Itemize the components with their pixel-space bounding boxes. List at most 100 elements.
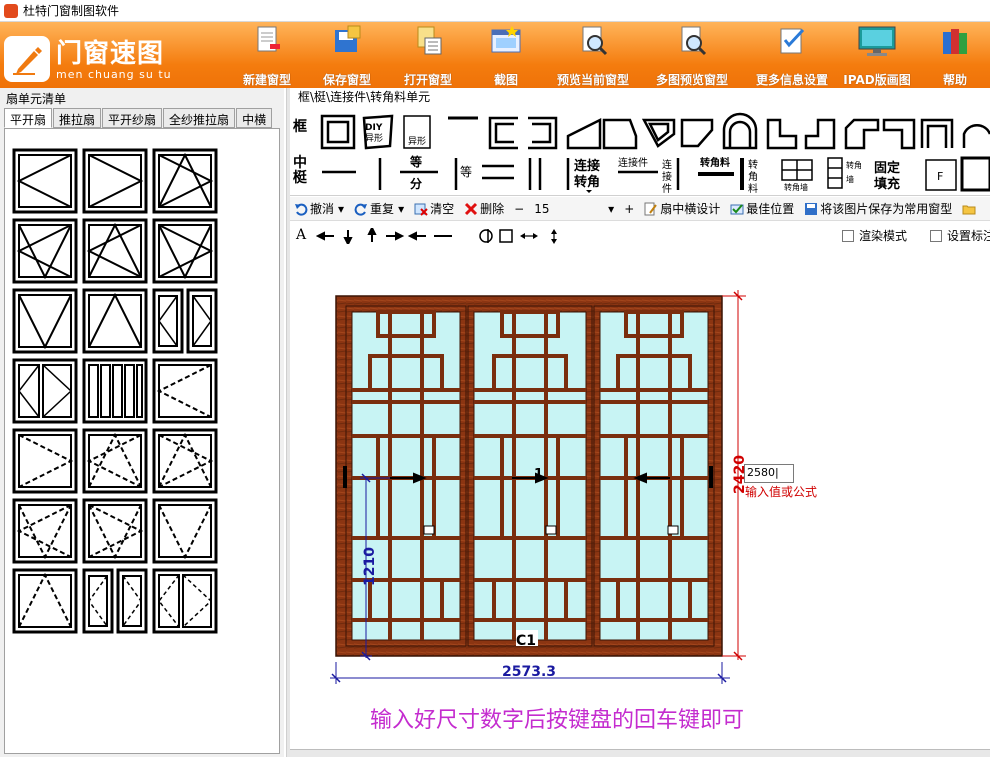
increase-button[interactable]: + [624, 202, 634, 216]
instruction-text: 输入好尺寸数字后按键盘的回车键即可 [370, 708, 745, 733]
handle-left [343, 466, 347, 488]
new-window-type-button[interactable]: 新建窗型 [236, 24, 298, 88]
sash-item-screen-bottom-icon[interactable] [12, 568, 78, 634]
sash-item-screen-tilt-c-icon[interactable] [12, 498, 78, 564]
ipad-draw-button[interactable]: IPAD版画图 [840, 24, 914, 88]
sash-dim-label: 1210 [362, 547, 378, 586]
svg-text:DIY: DIY [365, 123, 383, 133]
sash-item-screen-tilt-b-icon[interactable] [152, 428, 218, 494]
mullion-shape-toolbar[interactable]: 等 分 等 连接 转角 连接件 连 接 件 转角料 转 角 料 转角墙 转角 墙… [318, 154, 990, 194]
multi-preview-icon [681, 26, 707, 56]
svg-text:F: F [937, 170, 943, 183]
redo-button[interactable]: 重复 ▾ [354, 200, 404, 217]
undo-dropdown-icon[interactable]: ▾ [338, 202, 344, 216]
best-position-button[interactable]: 最佳位置 [730, 200, 794, 217]
window-title: 杜特门窗制图软件 [23, 4, 120, 18]
shape-tools[interactable] [478, 228, 568, 244]
tab-casement-sash[interactable]: 平开扇 [4, 108, 53, 128]
sash-transom-design-button[interactable]: 扇中横设计 [644, 200, 720, 217]
step-dropdown-icon[interactable]: ▾ [608, 202, 614, 216]
sash-item-tilt-turn-left-b-icon[interactable] [82, 218, 148, 284]
sash-item-tilt-turn-right-b-icon[interactable] [152, 218, 218, 284]
svg-text:转角: 转角 [574, 174, 600, 190]
sash-item-multi-narrow-icon[interactable] [82, 358, 148, 424]
svg-text:墙: 墙 [846, 174, 854, 184]
dimension-input[interactable]: 2580| [744, 464, 794, 483]
clear-icon [414, 203, 428, 216]
folder-icon [962, 205, 976, 214]
svg-text:异形: 异形 [365, 132, 383, 144]
svg-text:角: 角 [748, 171, 758, 183]
save-disk-icon [805, 202, 818, 215]
decrease-button[interactable]: − [514, 202, 524, 216]
tab-full-screen-sliding-sash[interactable]: 全纱推拉扇 [163, 108, 236, 128]
sash-item-double-pair-icon[interactable] [12, 358, 78, 424]
logo-pencil-icon [4, 36, 50, 82]
sash-item-bottom-hung-icon[interactable] [82, 288, 148, 354]
text-tool[interactable]: A [296, 227, 306, 243]
drawing-canvas[interactable]: 1 C1 2420 1210 2573.3 2580| 输入值或公式 输入好尺寸… [290, 250, 990, 757]
help-button[interactable]: 帮助 [934, 24, 976, 88]
frame-shape-toolbar[interactable]: DIY 异形 异形 [318, 110, 990, 152]
svg-text:连: 连 [662, 158, 672, 171]
more-settings-button[interactable]: 更多信息设置 [748, 24, 836, 88]
tab-sliding-sash[interactable]: 推拉扇 [53, 108, 102, 128]
new-file-icon [257, 26, 280, 52]
set-annotation-checkbox[interactable]: 设置标注 [930, 227, 990, 244]
sash-item-screen-tilt-d-icon[interactable] [82, 498, 148, 564]
sash-item-screen-double-narrow-icon[interactable] [82, 568, 148, 634]
help-books-icon [943, 29, 967, 54]
open-folder-button[interactable] [962, 202, 978, 216]
sash-item-screen-right-icon[interactable] [12, 428, 78, 494]
svg-text:异形: 异形 [408, 135, 426, 147]
save-window-type-button[interactable]: 保存窗型 [316, 24, 378, 88]
svg-text:转角: 转角 [846, 160, 862, 170]
sash-item-tilt-turn-left-icon[interactable] [12, 218, 78, 284]
logo-text-pinyin: men chuang su tu [56, 68, 172, 81]
step-value-combobox[interactable]: 15 ▾ [534, 202, 614, 216]
sash-item-tilt-turn-right-icon[interactable] [152, 148, 218, 214]
lock-middle [545, 525, 557, 535]
profile-units-title: 框\梃\连接件\转角料单元 [298, 90, 431, 104]
svg-text:转: 转 [748, 158, 758, 171]
open-window-type-button[interactable]: 打开窗型 [397, 24, 459, 88]
svg-text:料: 料 [748, 182, 758, 194]
mullion-row-label: 中梃 [293, 155, 307, 186]
screenshot-icon [491, 26, 521, 53]
input-hint: 输入值或公式 [745, 485, 818, 499]
tab-casement-screen-sash[interactable]: 平开纱扇 [102, 108, 163, 128]
undo-icon [295, 203, 308, 216]
screenshot-button[interactable]: 截图 [486, 24, 526, 88]
undo-button[interactable]: 撤消 ▾ [294, 200, 344, 217]
draw-toolbar: A 渲染模式 设置标注 [290, 224, 990, 248]
delete-x-icon [465, 202, 478, 215]
clear-button[interactable]: 清空 [414, 200, 454, 217]
preview-current-button[interactable]: 预览当前窗型 [548, 24, 638, 88]
multi-preview-button[interactable]: 多图预览窗型 [646, 24, 738, 88]
svg-text:等: 等 [409, 154, 422, 169]
tab-middle-transom[interactable]: 中横 [236, 108, 273, 128]
redo-dropdown-icon[interactable]: ▾ [398, 202, 404, 216]
sash-item-open-right-icon[interactable] [82, 148, 148, 214]
sash-item-screen-top-icon[interactable] [152, 498, 218, 564]
render-mode-checkbox[interactable]: 渲染模式 [842, 227, 907, 244]
sash-item-top-hung-icon[interactable] [12, 288, 78, 354]
sash-item-screen-double-pair-icon[interactable] [152, 568, 218, 634]
delete-button[interactable]: 删除 [464, 200, 504, 217]
redo-icon [354, 203, 368, 216]
handle-right [709, 466, 713, 488]
sash-item-screen-tilt-icon[interactable] [82, 428, 148, 494]
window-drawing[interactable]: 1 C1 2420 1210 2573.3 [290, 250, 990, 757]
profile-palette: 框 中梃 DIY 异形 异形 等 分 等 连接 转角 连接件 连 接 件 转角料… [290, 104, 990, 196]
svg-text:分: 分 [410, 176, 422, 191]
svg-text:件: 件 [662, 183, 672, 194]
design-pencil-icon [644, 202, 658, 215]
sash-item-screen-left-icon[interactable] [152, 358, 218, 424]
sash-item-double-narrow-icon[interactable] [152, 288, 218, 354]
sash-item-open-left-icon[interactable] [12, 148, 78, 214]
save-as-common-button[interactable]: 将该图片保存为常用窗型 [804, 200, 952, 217]
sash-mark: 1 [534, 467, 543, 482]
horizontal-scrollbar[interactable] [290, 749, 990, 757]
svg-text:转角墙: 转角墙 [784, 182, 808, 192]
window-code: C1 [516, 633, 536, 649]
